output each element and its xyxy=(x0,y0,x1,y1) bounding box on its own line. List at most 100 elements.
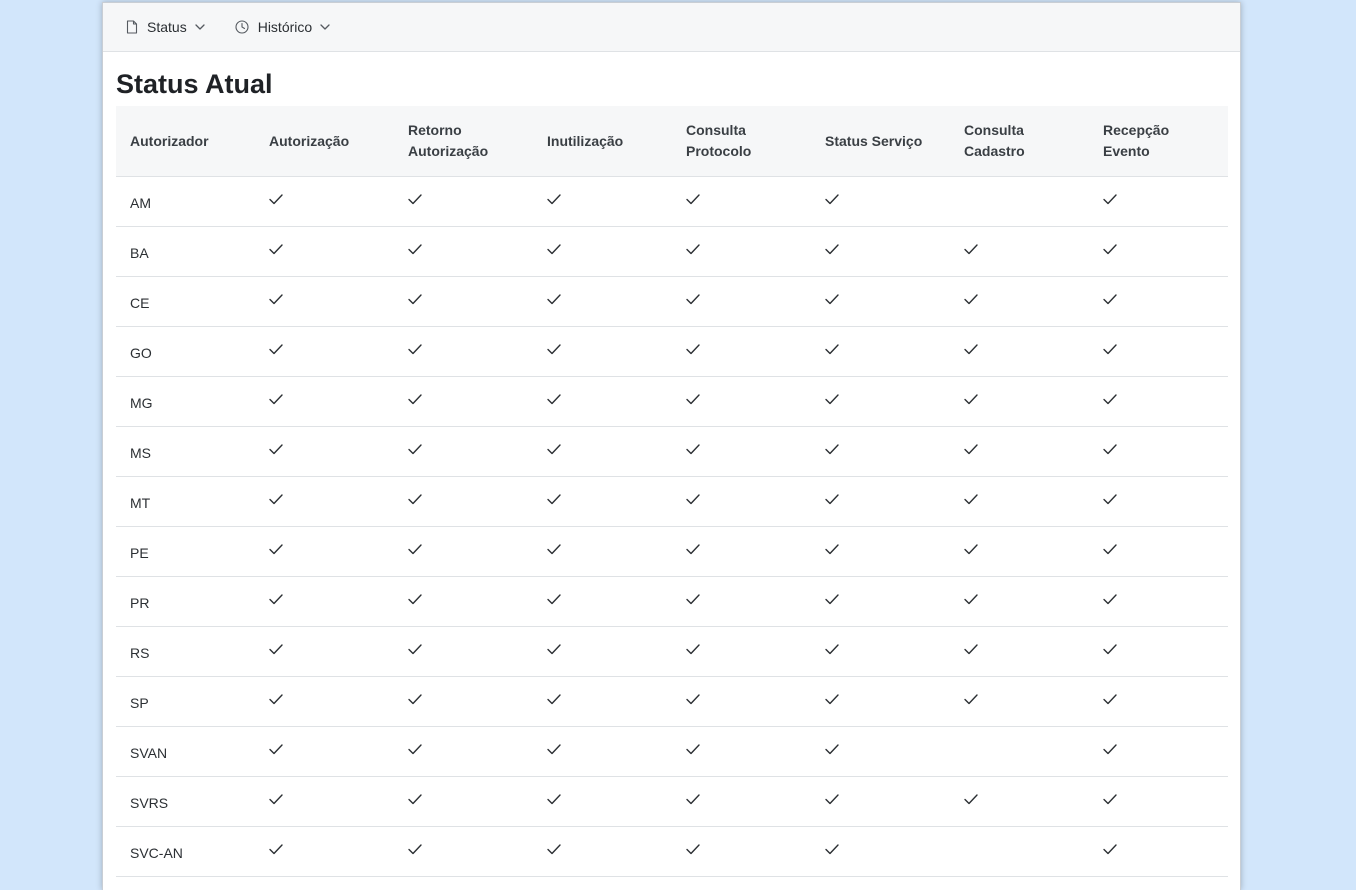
cell-autorizador: SP xyxy=(116,676,255,727)
status-cell xyxy=(1089,276,1228,327)
check-mark xyxy=(547,692,561,708)
column-header: Inutilização xyxy=(533,106,672,177)
check-mark xyxy=(408,842,422,858)
status-cell xyxy=(672,376,811,427)
column-header: Autorizador xyxy=(116,106,255,177)
check-icon xyxy=(408,693,422,704)
status-cell xyxy=(255,576,394,627)
status-cell xyxy=(811,226,950,277)
table-row: AM xyxy=(116,176,1228,227)
check-icon xyxy=(964,543,978,554)
status-cell xyxy=(950,476,1089,527)
check-mark xyxy=(686,242,700,258)
check-icon xyxy=(964,343,978,354)
check-icon xyxy=(269,243,283,254)
check-icon xyxy=(686,593,700,604)
status-cell xyxy=(533,626,672,677)
status-cell xyxy=(1089,226,1228,277)
status-cell xyxy=(950,226,1089,277)
check-mark xyxy=(686,742,700,758)
check-icon xyxy=(547,543,561,554)
check-icon xyxy=(825,243,839,254)
nav-status-dropdown[interactable]: Status xyxy=(126,19,205,35)
check-icon xyxy=(825,693,839,704)
check-icon xyxy=(269,343,283,354)
check-icon xyxy=(408,643,422,654)
check-icon xyxy=(686,293,700,304)
check-icon xyxy=(686,543,700,554)
autorizador-label: PR xyxy=(130,594,150,611)
check-icon xyxy=(686,243,700,254)
check-mark xyxy=(269,292,283,308)
check-icon xyxy=(547,493,561,504)
check-icon xyxy=(1103,343,1117,354)
status-cell xyxy=(394,726,533,777)
status-cell xyxy=(950,626,1089,677)
check-mark xyxy=(686,642,700,658)
status-cell xyxy=(672,676,811,727)
check-mark xyxy=(408,792,422,808)
autorizador-label: PE xyxy=(130,544,149,561)
status-cell xyxy=(811,476,950,527)
status-cell xyxy=(1089,576,1228,627)
table-row: MT xyxy=(116,476,1228,527)
check-mark xyxy=(547,292,561,308)
autorizador-label: MS xyxy=(130,444,151,461)
check-mark xyxy=(1103,442,1117,458)
chevron-down-icon xyxy=(320,24,330,30)
status-cell xyxy=(672,776,811,827)
check-icon xyxy=(1103,243,1117,254)
check-mark xyxy=(408,492,422,508)
status-cell xyxy=(672,176,811,227)
status-cell xyxy=(811,726,950,777)
status-cell xyxy=(255,276,394,327)
status-cell xyxy=(672,326,811,377)
table-row: MG xyxy=(116,376,1228,427)
nav-historico-label: Histórico xyxy=(257,19,313,35)
check-icon xyxy=(269,843,283,854)
check-mark xyxy=(269,642,283,658)
status-cell xyxy=(672,576,811,627)
status-cell xyxy=(255,376,394,427)
check-mark xyxy=(408,342,422,358)
check-icon xyxy=(686,643,700,654)
nav-historico-dropdown[interactable]: Histórico xyxy=(235,19,330,35)
check-mark xyxy=(1103,292,1117,308)
status-cell xyxy=(950,326,1089,377)
status-cell xyxy=(255,526,394,577)
check-mark xyxy=(269,242,283,258)
check-mark xyxy=(547,242,561,258)
autorizador-label: MG xyxy=(130,394,153,411)
check-mark xyxy=(686,442,700,458)
check-mark xyxy=(547,542,561,558)
check-icon xyxy=(408,743,422,754)
cell-autorizador: RS xyxy=(116,626,255,677)
check-mark xyxy=(686,492,700,508)
status-cell xyxy=(255,176,394,227)
check-mark xyxy=(547,342,561,358)
check-mark xyxy=(825,692,839,708)
status-cell xyxy=(394,176,533,227)
cell-autorizador: MG xyxy=(116,376,255,427)
autorizador-label: MT xyxy=(130,494,151,511)
check-icon xyxy=(686,443,700,454)
check-icon xyxy=(825,343,839,354)
check-mark xyxy=(269,542,283,558)
check-mark xyxy=(825,742,839,758)
check-mark xyxy=(825,592,839,608)
check-mark xyxy=(964,442,978,458)
check-mark xyxy=(964,492,978,508)
status-cell xyxy=(533,426,672,477)
cell-autorizador: AM xyxy=(116,176,255,227)
check-icon xyxy=(825,843,839,854)
check-icon xyxy=(825,793,839,804)
check-mark xyxy=(408,692,422,708)
status-cell xyxy=(1089,526,1228,577)
column-header: Recepção Evento xyxy=(1089,106,1228,177)
top-navbar: Status Histórico xyxy=(103,3,1240,52)
check-icon xyxy=(825,593,839,604)
check-icon xyxy=(686,843,700,854)
check-mark xyxy=(686,392,700,408)
cell-autorizador: SVC-AN xyxy=(116,826,255,877)
check-mark xyxy=(964,292,978,308)
